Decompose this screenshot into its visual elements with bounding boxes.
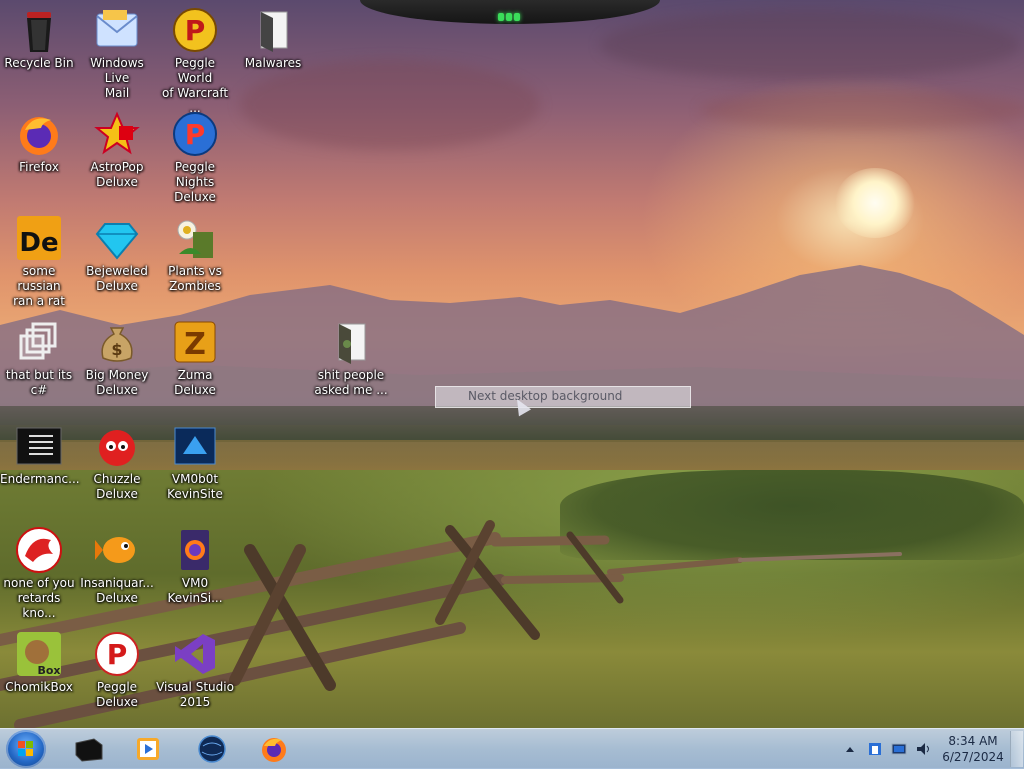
desktop-icon-label: Big Money Deluxe (85, 368, 149, 397)
desktop-icon-chomikbox[interactable]: Box ChomikBox (0, 626, 78, 695)
desktop-icon-plants-vs-zombies[interactable]: Plants vs Zombies (156, 210, 234, 294)
mail-icon (93, 6, 141, 54)
desktop-icon-label: Zuma Deluxe (174, 368, 216, 397)
desktop-icon-label: Recycle Bin (4, 56, 74, 70)
firefox-icon (15, 110, 63, 158)
desktop-icon-chuzzle[interactable]: Chuzzle Deluxe (78, 418, 156, 502)
dragon-icon (15, 526, 63, 574)
desktop-icon-label: VM0b0t KevinSite (167, 472, 223, 501)
console-icon (15, 422, 63, 470)
desktop-icon-label: none of you retards kno... (3, 576, 75, 620)
desktop-icon-label: AstroPop Deluxe (90, 160, 144, 189)
tray-app-icon[interactable] (867, 741, 883, 757)
svg-text:Box: Box (37, 664, 60, 677)
svg-text:Z: Z (184, 327, 206, 362)
astropop-icon (93, 110, 141, 158)
desktop-icon-label: Visual Studio 2015 (156, 680, 234, 709)
desktop-icon-label: Firefox (19, 160, 59, 174)
start-button[interactable] (6, 730, 46, 768)
taskbar-app-media-player[interactable] (120, 731, 176, 767)
desktop-icon-shit-people-asked-me[interactable]: shit people asked me ... (312, 314, 390, 398)
gem-icon (93, 214, 141, 262)
desktop-icon-bejeweled[interactable]: Bejeweled Deluxe (78, 210, 156, 294)
desktop-icon-label: ChomikBox (5, 680, 73, 694)
desktop-icon-insaniquarium[interactable]: Insaniquar... Deluxe (78, 522, 156, 606)
desktop-icon-peggle-deluxe[interactable]: P Peggle Deluxe (78, 626, 156, 710)
desktop-icon-label: Windows Live Mail (90, 56, 144, 100)
generic-app-icon (15, 318, 63, 366)
next-desktop-background-popup[interactable]: Next desktop background (435, 386, 691, 408)
taskbar: 8:34 AM 6/27/2024 (0, 728, 1024, 769)
desktop-icon-malwares[interactable]: Malwares (234, 2, 312, 71)
recycle-bin-icon (15, 6, 63, 54)
desktop-icon-label: Malwares (244, 56, 302, 70)
peggle-nights-icon: P (171, 110, 219, 158)
desktop-icon-endermanch[interactable]: Endermanc... (0, 418, 80, 487)
desktop-icon-label: some russian ran a rat (13, 264, 65, 308)
system-clock[interactable]: 8:34 AM 6/27/2024 (940, 733, 1006, 765)
desktop-icon-label: Chuzzle Deluxe (93, 472, 141, 501)
desktop-icon-label: Endermanc... (0, 472, 80, 486)
chomikbox-icon: Box (15, 630, 63, 678)
desktop-icon-label: that but its c# (5, 368, 73, 397)
desktop-icon-recycle-bin[interactable]: Recycle Bin (0, 2, 78, 71)
desktop-icon-peggle-world-of-warcraft[interactable]: P Peggle World of Warcraft ... (156, 2, 234, 116)
windows-logo-icon (18, 741, 34, 757)
svg-text:P: P (185, 118, 206, 151)
globe-icon (198, 735, 226, 763)
taskbar-app-black[interactable] (60, 731, 116, 767)
clock-date: 6/27/2024 (942, 750, 1004, 764)
show-hidden-icons-chevron-icon[interactable] (845, 745, 855, 753)
desktop-icon-some-russian[interactable]: De some russian ran a rat (0, 210, 78, 309)
folder-icon (249, 6, 297, 54)
desktop-icon-big-money[interactable]: $ Big Money Deluxe (78, 314, 156, 398)
network-icon[interactable] (891, 741, 907, 757)
desktop-icon-firefox[interactable]: Firefox (0, 106, 78, 175)
chuzzle-icon (93, 422, 141, 470)
de-icon: De (15, 214, 63, 262)
sun (835, 168, 915, 238)
zuma-icon: Z (171, 318, 219, 366)
desktop-icon-that-but-its-csharp[interactable]: that but its c# (0, 314, 78, 398)
gadget-indicator-icon (498, 6, 524, 21)
firefox-doc-icon (171, 526, 219, 574)
svg-text:De: De (19, 228, 58, 258)
desktop-icon-label: Plants vs Zombies (168, 264, 222, 293)
taskbar-app-firefox[interactable] (246, 731, 302, 767)
show-desktop-button[interactable] (1010, 731, 1023, 767)
svg-text:P: P (107, 638, 128, 671)
vm-icon (171, 422, 219, 470)
svg-text:$: $ (111, 340, 122, 359)
desktop-icon-label: Peggle Nights Deluxe (174, 160, 216, 204)
media-player-icon (137, 738, 159, 760)
plant-icon (171, 214, 219, 262)
desktop-icon-peggle-nights[interactable]: P Peggle Nights Deluxe (156, 106, 234, 205)
desktop-icon-visual-studio-2015[interactable]: Visual Studio 2015 (156, 626, 234, 710)
desktop-icon-zuma[interactable]: Z Zuma Deluxe (156, 314, 234, 398)
money-bag-icon: $ (93, 318, 141, 366)
clock-time: 8:34 AM (948, 734, 998, 748)
desktop-icon-windows-live-mail[interactable]: Windows Live Mail (78, 2, 156, 101)
black-app-icon (75, 738, 103, 762)
folder-icon (327, 318, 375, 366)
visual-studio-icon (171, 630, 219, 678)
fish-icon (93, 526, 141, 574)
desktop-icon-astropop[interactable]: AstroPop Deluxe (78, 106, 156, 190)
desktop-icon-label: shit people asked me ... (314, 368, 388, 397)
desktop-icon-vm0b0t-kevinsite[interactable]: VM0b0t KevinSite (156, 418, 234, 502)
desktop-icon-vm0-kevinsite[interactable]: VM0 KevinSi... (156, 522, 234, 606)
peggle-icon: P (93, 630, 141, 678)
taskbar-app-globe[interactable] (184, 731, 240, 767)
desktop-icon-label: VM0 KevinSi... (167, 576, 223, 605)
desktop-icon-none-of-you[interactable]: none of you retards kno... (0, 522, 78, 621)
desktop-icon-label: Bejeweled Deluxe (86, 264, 148, 293)
volume-icon[interactable] (915, 741, 931, 757)
peggle-icon: P (171, 6, 219, 54)
popup-text: Next desktop background (468, 389, 623, 403)
desktop-icon-label: Insaniquar... Deluxe (80, 576, 154, 605)
desktop-icon-label: Peggle Deluxe (96, 680, 138, 709)
svg-text:P: P (185, 14, 206, 47)
firefox-icon (262, 738, 286, 762)
